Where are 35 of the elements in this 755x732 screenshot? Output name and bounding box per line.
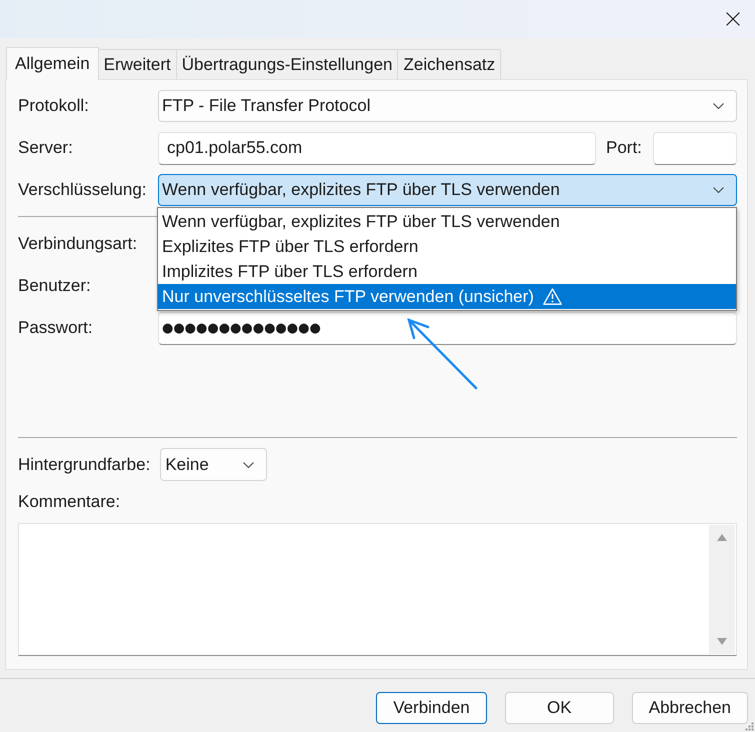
dialog-button[interactable]: Abbrechen xyxy=(632,692,748,724)
warning-icon xyxy=(542,288,562,305)
tab[interactable]: Zeichensatz xyxy=(397,49,502,79)
chevron-down-icon xyxy=(713,187,724,193)
field-label: Verbindungsart: xyxy=(18,234,138,253)
field-label: Port: xyxy=(606,138,642,157)
protocol-dropdown[interactable]: FTP - File Transfer Protocol xyxy=(158,90,737,122)
field-label: Kommentare: xyxy=(18,491,120,513)
dropdown-option[interactable]: Implizites FTP über TLS erfordern xyxy=(158,259,736,284)
field-label: Verschlüsselung: xyxy=(18,180,147,199)
field-label: Hintergrundfarbe: xyxy=(18,454,150,474)
dropdown-option[interactable]: Explizites FTP über TLS erfordern xyxy=(158,234,736,259)
server-field[interactable]: cp01.polar55.com xyxy=(158,132,596,164)
field-label: Passwort: xyxy=(18,318,93,337)
field-label: Protokoll: xyxy=(18,96,89,115)
port-field[interactable] xyxy=(653,132,737,164)
field-label: Server: xyxy=(18,138,73,157)
chevron-down-icon xyxy=(243,462,254,468)
resize-grip-icon xyxy=(745,722,754,731)
password-field[interactable]: ●●●●●●●●●●●●●● xyxy=(158,312,737,344)
scrollbar[interactable] xyxy=(709,525,735,654)
annotation-arrow xyxy=(407,318,478,390)
dropdown-option[interactable]: Wenn verfügbar, explizites FTP über TLS verwenden xyxy=(158,209,736,234)
close-icon xyxy=(726,12,740,26)
chevron-down-icon xyxy=(713,103,724,109)
tab[interactable]: Allgemein xyxy=(6,47,99,80)
scroll-up-icon xyxy=(717,534,727,541)
encryption-dropdown[interactable]: Wenn verfügbar, explizites FTP über TLS verwenden xyxy=(158,174,737,206)
dialog-button[interactable]: Verbinden xyxy=(376,692,487,724)
dialog-button[interactable]: OK xyxy=(504,692,614,724)
dropdown-option[interactable]: Nur unverschlüsseltes FTP verwenden (unsicher) xyxy=(158,284,736,309)
field-label: Benutzer: xyxy=(18,276,91,295)
comments-field[interactable] xyxy=(18,523,737,656)
scroll-down-icon xyxy=(717,638,727,645)
color-dropdown[interactable]: Keine xyxy=(160,448,268,481)
